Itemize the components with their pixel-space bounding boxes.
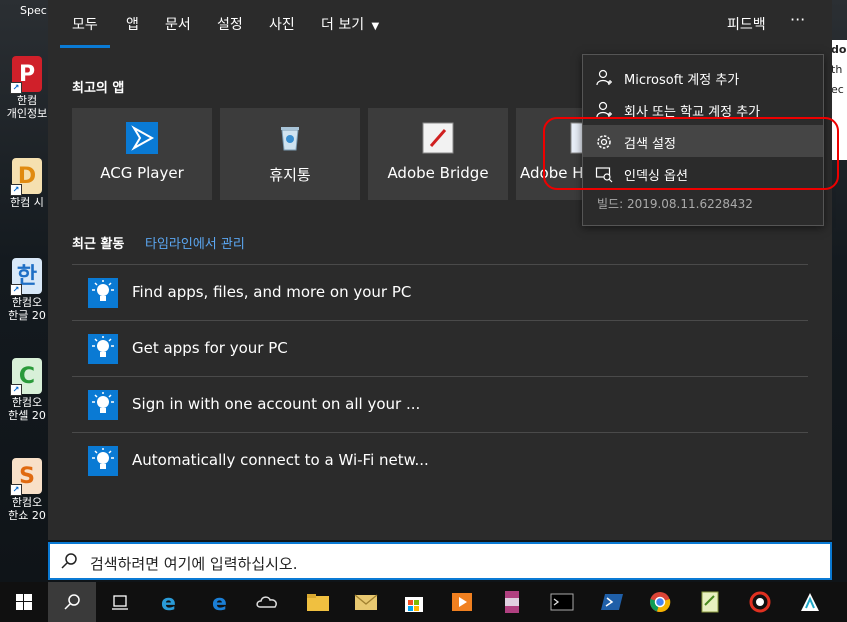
powershell-icon[interactable] [588,582,636,622]
onedrive-icon[interactable] [244,582,292,622]
hancom-docs-icon: D ↗ [10,158,42,196]
lightbulb-icon [88,446,118,476]
activity-label: Sign in with one account on all your ... [132,395,421,413]
build-version: 빌드: 2019.08.11.6228432 [597,197,753,211]
app-icon[interactable] [736,582,784,622]
menu-item-label: Microsoft 계정 추가 [624,73,740,88]
chrome-icon[interactable] [636,582,684,622]
feedback-button[interactable]: 피드백 [727,14,766,34]
activity-label: Find apps, files, and more on your PC [132,283,412,301]
desktop-top-label: Spec [20,4,47,17]
search-tabs: 모두 앱 문서 설정 사진 더 보기 ▼ 피드백 ··· [48,0,832,48]
tab-all[interactable]: 모두 [60,14,110,48]
search-icon[interactable] [48,582,96,622]
desktop-icon-hancom-s[interactable]: D ↗ 한컴 시 [4,158,50,209]
person-add-icon [596,69,612,86]
more-options-button[interactable]: ··· [790,10,805,29]
lightbulb-icon [88,334,118,364]
activity-label: Automatically connect to a Wi-Fi netw... [132,451,429,469]
activity-item[interactable]: Automatically connect to a Wi-Fi netw... [72,432,808,488]
media-player-icon[interactable] [438,582,486,622]
desktop-icon-label: 개인정보 [6,107,48,120]
top-apps-title: 최고의 앱 [72,81,125,96]
activity-item[interactable]: Sign in with one account on all your ... [72,376,808,432]
tab-photos[interactable]: 사진 [269,14,295,34]
file-explorer-icon[interactable] [294,582,342,622]
desktop-icon-label: 한컴 시 [10,196,44,209]
desktop-icon-label: 한글 20 [8,309,46,322]
doc-line: do [831,43,847,56]
taskbar: e e [0,582,847,622]
hancell-icon: C ↗ [10,358,42,396]
desktop-icon-privacy[interactable]: P ↗ 한컴 개인정보 [4,56,50,120]
internet-explorer-icon[interactable]: e [146,582,194,622]
doc-line: th [831,63,843,76]
hanshow-icon: S ↗ [10,458,42,496]
desktop-icon-hanshow[interactable]: S ↗ 한컴오 한쇼 20 [4,458,50,522]
edge-icon[interactable]: e [196,582,244,622]
adobe-bridge-icon [422,122,454,154]
desktop-icon-label: 한셀 20 [8,409,46,422]
annotation-highlight-box [543,117,839,190]
tab-apps[interactable]: 앱 [126,14,139,34]
app-tile-acg-player[interactable]: ACG Player [72,108,212,200]
desktop-icon-label: 한컴 [16,94,38,107]
windows-start-icon[interactable] [0,582,48,622]
manage-timeline-link[interactable]: 타임라인에서 관리 [145,233,245,252]
app-tile-label: 휴지통 [269,166,311,184]
activity-item[interactable]: Find apps, files, and more on your PC [72,264,808,320]
desktop-icon-label: 한컴오 [11,396,43,409]
search-icon [61,553,77,569]
recycle-bin-icon [274,122,306,154]
cmd-icon[interactable] [538,582,586,622]
tab-settings[interactable]: 설정 [217,14,243,34]
hangul-icon: 한 ↗ [10,258,42,296]
recent-activity-title: 최근 활동 [72,237,125,252]
app-tile-recycle-bin[interactable]: 휴지통 [220,108,360,200]
desktop-icon-label: 한쇼 20 [8,509,46,522]
tab-more-label: 더 보기 [321,17,365,33]
svg-text:e: e [212,591,227,614]
menu-item-add-microsoft-account[interactable]: Microsoft 계정 추가 [583,61,823,93]
desktop-icon-hancell[interactable]: C ↗ 한컴오 한셀 20 [4,358,50,422]
lightbulb-icon [88,390,118,420]
tab-more[interactable]: 더 보기 ▼ [321,14,379,34]
app-tile-adobe-bridge[interactable]: Adobe Bridge [368,108,508,200]
desktop-icon-hangul[interactable]: 한 ↗ 한컴오 한글 20 [4,258,50,322]
hancom-privacy-icon: P ↗ [10,56,42,94]
app-tile-label: ACG Player [100,164,184,182]
desktop-icon-label: 한컴오 [11,496,43,509]
task-view-icon[interactable] [96,582,144,622]
search-box[interactable]: 검색하려면 여기에 입력하십시오. [48,542,832,580]
tab-documents[interactable]: 문서 [165,14,191,34]
store-icon[interactable] [390,582,438,622]
winrar-icon[interactable] [488,582,536,622]
chevron-down-icon: ▼ [371,21,380,32]
activity-list: Find apps, files, and more on your PC Ge… [72,264,808,488]
activity-item[interactable]: Get apps for your PC [72,320,808,376]
acg-player-icon [126,122,158,154]
doc-line: ec [831,83,844,96]
lightbulb-icon [88,278,118,308]
app-tile-label: Adobe Bridge [387,164,489,182]
search-placeholder: 검색하려면 여기에 입력하십시오. [90,555,298,573]
whale-icon[interactable] [786,582,834,622]
notepad-icon[interactable] [686,582,734,622]
desktop-icon-label: 한컴오 [11,296,43,309]
activity-label: Get apps for your PC [132,339,288,357]
mail-icon[interactable] [342,582,390,622]
svg-text:e: e [161,591,176,614]
